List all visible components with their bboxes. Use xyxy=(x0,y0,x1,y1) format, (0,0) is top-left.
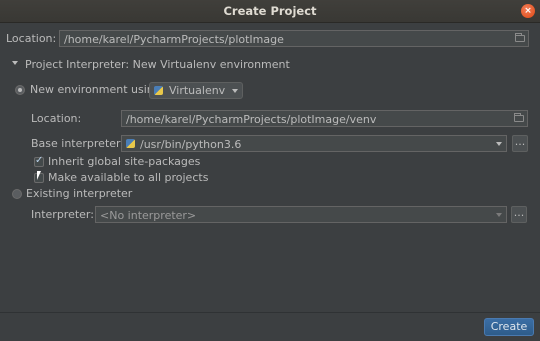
interpreter-label: Interpreter: xyxy=(31,208,94,221)
python-icon xyxy=(154,86,163,95)
folder-icon[interactable] xyxy=(514,113,524,122)
venv-location-field[interactable]: /home/karel/PycharmProjects/plotImage/ve… xyxy=(121,110,528,127)
title-bar: Create Project × xyxy=(0,0,540,23)
existing-interpreter-value: <No interpreter> xyxy=(100,209,197,222)
interpreter-section-header[interactable]: Project Interpreter: New Virtualenv envi… xyxy=(25,58,290,71)
collapse-arrow-icon[interactable] xyxy=(12,61,18,65)
existing-interpreter-radio[interactable] xyxy=(12,189,22,199)
inherit-packages-checkbox[interactable]: ✓ xyxy=(34,155,44,167)
environment-tool-dropdown[interactable]: Virtualenv xyxy=(149,82,243,99)
folder-icon[interactable] xyxy=(515,33,525,42)
environment-tool-value: Virtualenv xyxy=(169,84,226,97)
base-interpreter-browse-button[interactable]: ... xyxy=(512,135,528,152)
mouse-cursor-icon xyxy=(37,171,41,180)
footer-divider xyxy=(0,312,540,313)
new-environment-label[interactable]: New environment using xyxy=(30,83,161,96)
base-interpreter-value: /usr/bin/python3.6 xyxy=(140,138,242,151)
close-button[interactable]: × xyxy=(521,4,535,18)
chevron-down-icon xyxy=(232,89,238,93)
window-title: Create Project xyxy=(223,4,317,18)
inherit-packages-label[interactable]: Inherit global site-packages xyxy=(48,155,200,168)
new-environment-radio[interactable] xyxy=(15,85,25,95)
base-interpreter-dropdown[interactable]: /usr/bin/python3.6 xyxy=(121,135,507,152)
project-location-field[interactable]: /home/karel/PycharmProjects/plotImage xyxy=(59,30,529,47)
chevron-down-icon xyxy=(496,213,502,217)
python-icon xyxy=(126,139,135,148)
existing-interpreter-label[interactable]: Existing interpreter xyxy=(26,187,132,200)
check-icon: ✓ xyxy=(35,155,44,166)
project-location-label: Location: xyxy=(6,32,57,45)
venv-location-label: Location: xyxy=(31,112,82,125)
project-location-value: /home/karel/PycharmProjects/plotImage xyxy=(64,33,284,46)
existing-interpreter-dropdown[interactable]: <No interpreter> xyxy=(95,206,507,223)
make-available-label[interactable]: Make available to all projects xyxy=(48,171,208,184)
create-button[interactable]: Create xyxy=(484,318,534,336)
existing-interpreter-browse-button[interactable]: ... xyxy=(511,206,527,223)
venv-location-value: /home/karel/PycharmProjects/plotImage/ve… xyxy=(126,113,377,126)
base-interpreter-label: Base interpreter: xyxy=(31,137,125,150)
close-icon: × xyxy=(524,6,532,16)
chevron-down-icon xyxy=(496,142,502,146)
